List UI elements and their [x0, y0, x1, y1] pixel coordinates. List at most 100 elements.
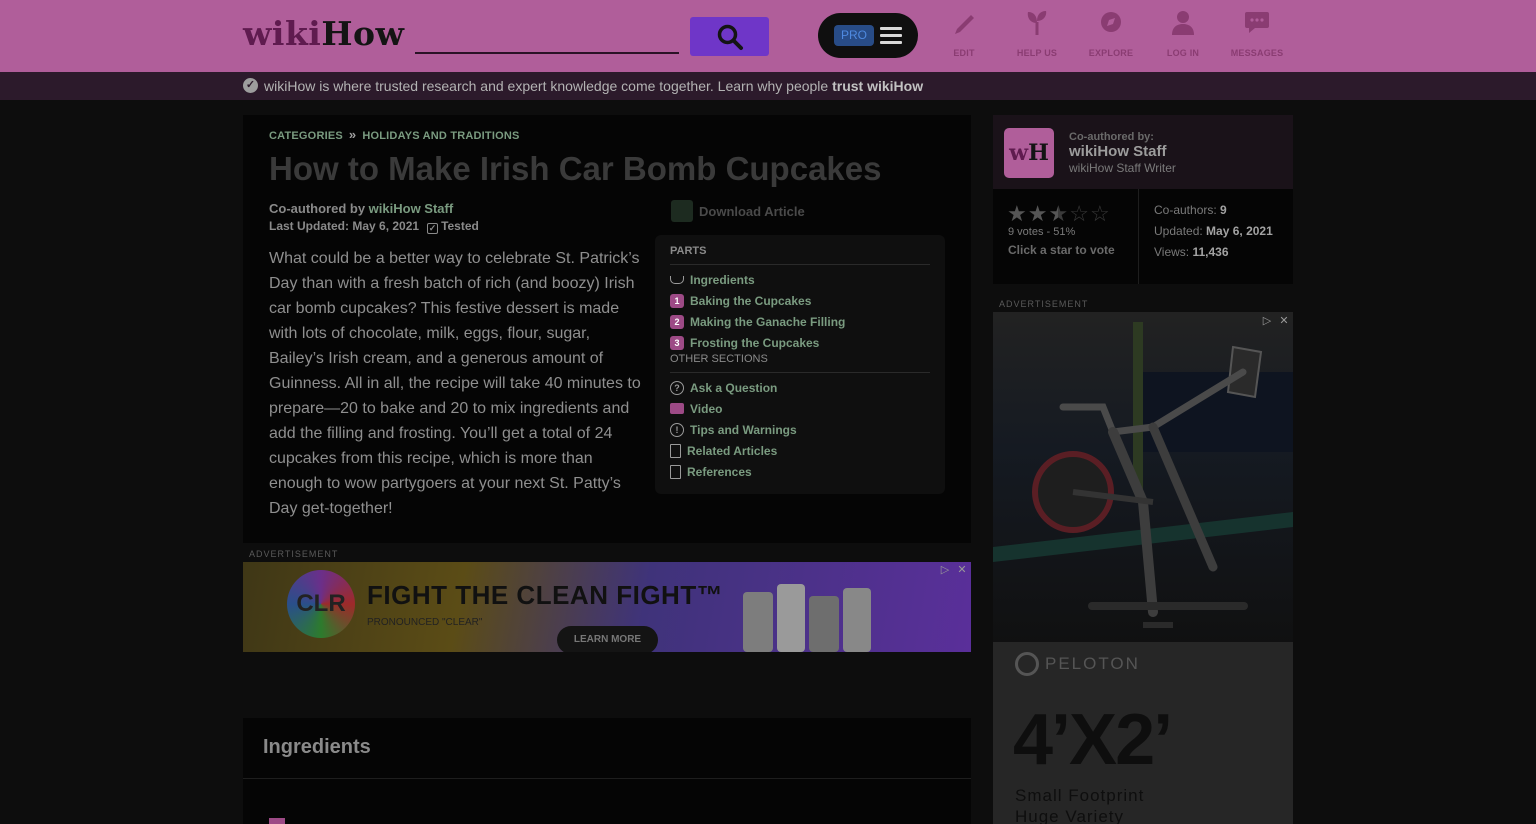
coauthor-prefix: Co-authored by — [269, 201, 369, 216]
coauthors-value: 9 — [1220, 203, 1227, 217]
clr-logo: CLR — [287, 570, 355, 638]
ad-close-icon[interactable]: ✕ — [1277, 314, 1291, 328]
ingredients-section: Ingredients — [243, 718, 971, 824]
avatar-h: H — [1028, 140, 1049, 166]
search-button[interactable] — [690, 17, 769, 56]
toc-label: Frosting the Cupcakes — [690, 335, 820, 350]
subsection-marker — [269, 818, 285, 824]
adchoices-icon[interactable]: ▷ — [938, 563, 952, 577]
nav-help-us[interactable]: HELP US — [1001, 8, 1073, 64]
pro-badge: PRO — [834, 25, 874, 46]
ad-subline: PRONOUNCED "CLEAR" — [367, 617, 483, 628]
trust-wikihow-link[interactable]: trust wikiHow — [832, 78, 923, 94]
product-bottles-image — [743, 584, 871, 652]
breadcrumb-categories[interactable]: CATEGORIES — [269, 130, 343, 142]
wikihow-logo[interactable]: wikiHow — [243, 14, 404, 54]
article-title: How to Make Irish Car Bomb Cupcakes — [269, 150, 882, 187]
ad-headline: FIGHT THE CLEAN FIGHT™ — [367, 580, 724, 610]
sprout-icon — [1027, 11, 1047, 35]
document-icon — [670, 443, 681, 458]
ad-dimension-text: 4’X2’ — [1013, 700, 1173, 780]
toc-label: Ask a Question — [690, 380, 778, 395]
toc-label: Video — [690, 401, 723, 416]
toc-item-baking[interactable]: 1 Baking the Cupcakes — [670, 290, 930, 311]
coauthor-link[interactable]: wikiHow Staff — [369, 201, 454, 216]
toc-item-references[interactable]: References — [670, 461, 930, 482]
star-empty-icon[interactable]: ☆ — [1069, 203, 1089, 225]
coauthors-label: Co-authors: — [1154, 203, 1221, 217]
author-header: wH Co-authored by: wikiHow Staff wikiHow… — [993, 115, 1293, 189]
advertisement-label: ADVERTISEMENT — [249, 549, 339, 559]
article-intro: What could be a better way to celebrate … — [269, 250, 641, 517]
ingredients-heading: Ingredients — [263, 736, 371, 758]
toc-label: References — [687, 464, 752, 479]
toc-item-related[interactable]: Related Articles — [670, 440, 930, 461]
toc-item-ingredients[interactable]: Ingredients — [670, 269, 930, 290]
nav-label: HELP US — [1016, 48, 1058, 58]
logo-wiki: wiki — [243, 14, 322, 53]
step-number-badge: 1 — [670, 293, 684, 308]
site-header: wikiHow PRO EDIT HELP US EXPLORE LOG IN … — [0, 0, 1536, 72]
coauthors-stat: Co-authors: 9 — [1154, 203, 1227, 217]
toc-label: Ingredients — [690, 272, 755, 287]
sidebar-ad[interactable]: PELOTON 4’X2’ Small Footprint Huge Varie… — [993, 312, 1293, 824]
question-icon: ? — [670, 380, 684, 395]
tested-label[interactable]: Tested — [441, 219, 479, 233]
adchoices-icon[interactable]: ▷ — [1260, 314, 1274, 328]
ad-tagline-1: Small Footprint — [1015, 786, 1145, 805]
avatar-w: w — [1009, 140, 1029, 166]
author-name-link[interactable]: wikiHow Staff — [1069, 143, 1167, 160]
peloton-wordmark: PELOTON — [1045, 654, 1140, 673]
exercise-bike-image — [993, 322, 1293, 628]
views-value: 11,436 — [1192, 245, 1229, 259]
tested-check-icon: ✓ — [427, 223, 439, 234]
pencil-icon — [955, 15, 974, 34]
toc-other-heading: OTHER SECTIONS — [670, 353, 930, 373]
star-half-icon[interactable]: ★ — [1048, 203, 1068, 225]
trust-text: wikiHow is where trusted research and ex… — [264, 78, 923, 94]
breadcrumb-separator: » — [348, 127, 357, 142]
toc-item-ask-question[interactable]: ? Ask a Question — [670, 377, 930, 398]
star-empty-icon[interactable]: ☆ — [1090, 203, 1110, 225]
breadcrumb-holidays[interactable]: HOLIDAYS AND TRADITIONS — [362, 130, 519, 142]
nav-label: EDIT — [953, 48, 975, 58]
coauthor-line: Co-authored by wikiHow Staff — [269, 201, 453, 216]
ad-close-icon[interactable]: ✕ — [955, 563, 969, 577]
trust-banner: ✓ wikiHow is where trusted research and … — [0, 72, 1536, 100]
banner-ad[interactable]: CLR FIGHT THE CLEAN FIGHT™ PRONOUNCED "C… — [243, 562, 971, 652]
search-input[interactable] — [415, 18, 679, 54]
hamburger-icon — [880, 27, 902, 44]
nav-edit[interactable]: EDIT — [928, 8, 1000, 64]
star-rating[interactable]: ★ ★ ★ ☆ ☆ — [1007, 203, 1111, 225]
toc-item-video[interactable]: Video — [670, 398, 930, 419]
nav-label: MESSAGES — [1230, 48, 1284, 58]
download-article-button[interactable]: Download Article — [671, 200, 805, 222]
last-updated: Last Updated: May 6, 2021 ✓ Tested — [269, 219, 479, 234]
breadcrumb: CATEGORIES » HOLIDAYS AND TRADITIONS — [269, 127, 520, 142]
ad-learn-more-button[interactable]: LEARN MORE — [557, 626, 658, 652]
author-info-card: wH Co-authored by: wikiHow Staff wikiHow… — [993, 115, 1293, 284]
pro-menu-toggle[interactable]: PRO — [818, 13, 918, 58]
toc-label: Making the Ganache Filling — [690, 314, 846, 329]
pdf-icon — [671, 200, 693, 222]
star-icon[interactable]: ★ — [1007, 203, 1027, 225]
author-role: wikiHow Staff Writer — [1069, 161, 1176, 175]
toc-item-tips[interactable]: ! Tips and Warnings — [670, 419, 930, 440]
nav-log-in[interactable]: LOG IN — [1147, 8, 1219, 64]
logo-how: How — [321, 14, 405, 53]
nav-messages[interactable]: MESSAGES — [1221, 8, 1293, 64]
toc-item-ganache[interactable]: 2 Making the Ganache Filling — [670, 311, 930, 332]
ad-tagline-2: Huge Variety — [1015, 807, 1125, 824]
vote-prompt: Click a star to vote — [1008, 243, 1115, 257]
trust-message: wikiHow is where trusted research and ex… — [264, 78, 833, 94]
chat-icon — [1245, 12, 1269, 33]
nav-explore[interactable]: EXPLORE — [1075, 8, 1147, 64]
star-icon[interactable]: ★ — [1028, 203, 1048, 225]
updated-stat: Updated: May 6, 2021 — [1154, 224, 1273, 238]
toc-item-frosting[interactable]: 3 Frosting the Cupcakes — [670, 332, 930, 353]
nav-label: LOG IN — [1166, 48, 1200, 58]
last-updated-text: Last Updated: May 6, 2021 — [269, 219, 420, 233]
section-divider — [243, 778, 971, 779]
coauthored-label: Co-authored by: — [1069, 131, 1154, 143]
check-circle-icon: ✓ — [243, 78, 258, 93]
